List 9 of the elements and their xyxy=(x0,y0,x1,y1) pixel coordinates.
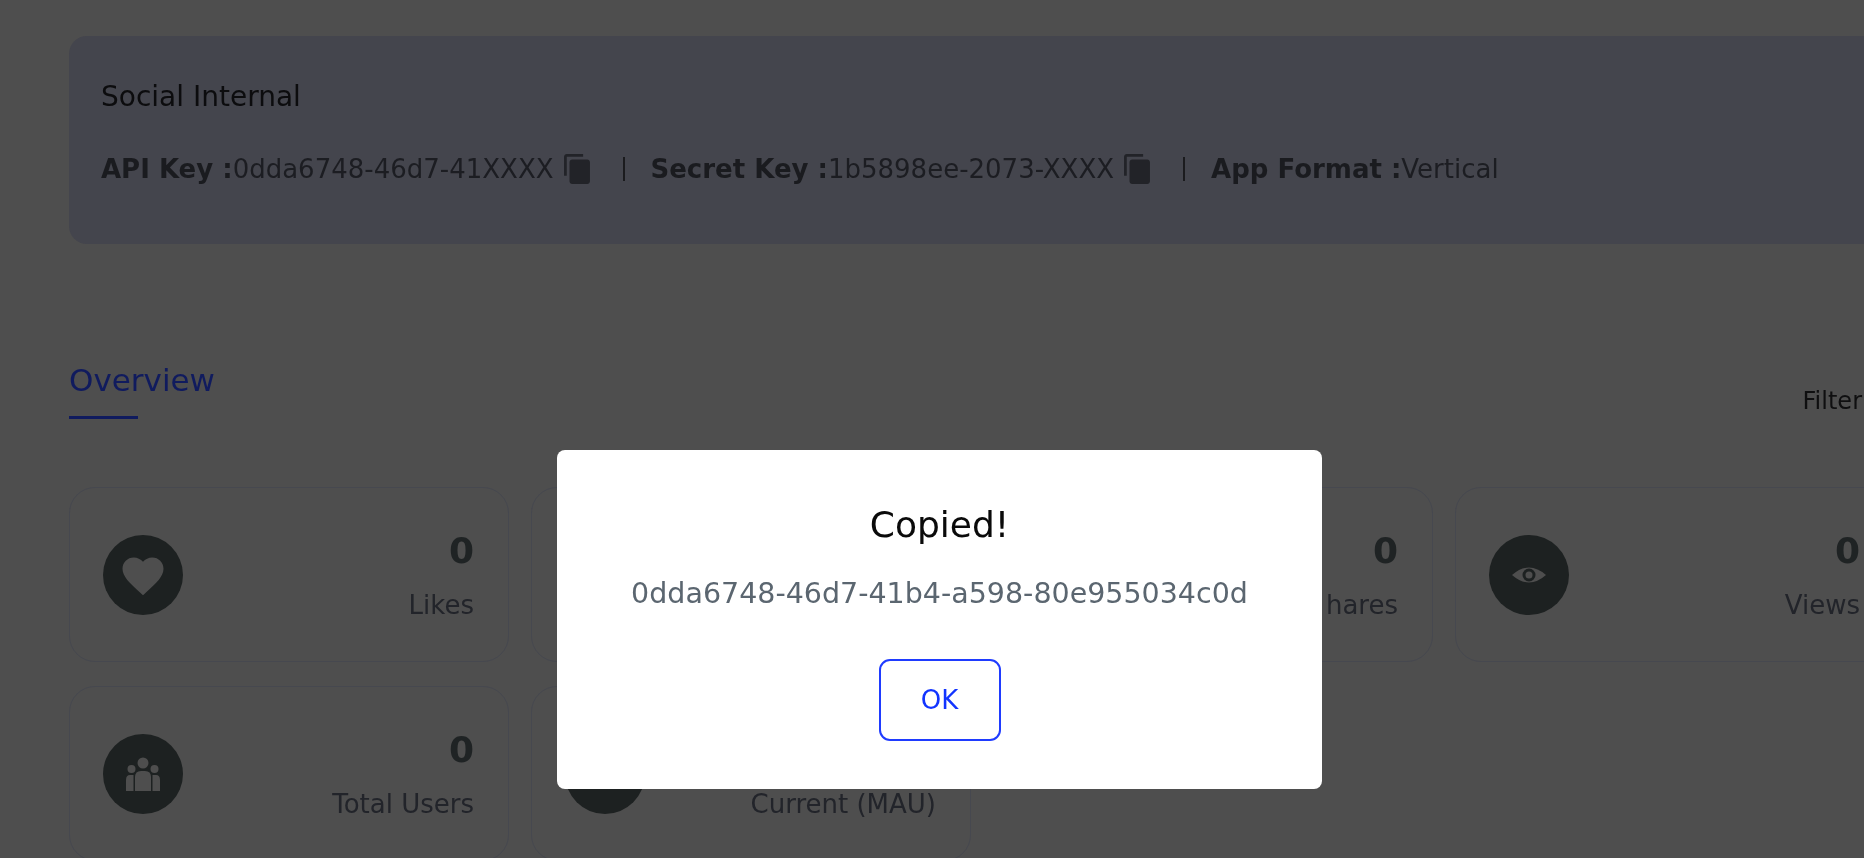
users-icon xyxy=(103,733,183,814)
dialog-message: 0dda6748-46d7-41b4-a598-80e955034c0d xyxy=(631,576,1248,612)
eye-icon xyxy=(1489,534,1569,615)
app-title: Social Internal xyxy=(101,79,301,115)
copy-icon[interactable] xyxy=(1124,154,1151,184)
dialog-title: Copied! xyxy=(869,503,1010,547)
ok-button[interactable]: OK xyxy=(878,659,1001,741)
copy-icon[interactable] xyxy=(563,154,590,184)
filter-label: Filter xyxy=(1802,386,1862,416)
